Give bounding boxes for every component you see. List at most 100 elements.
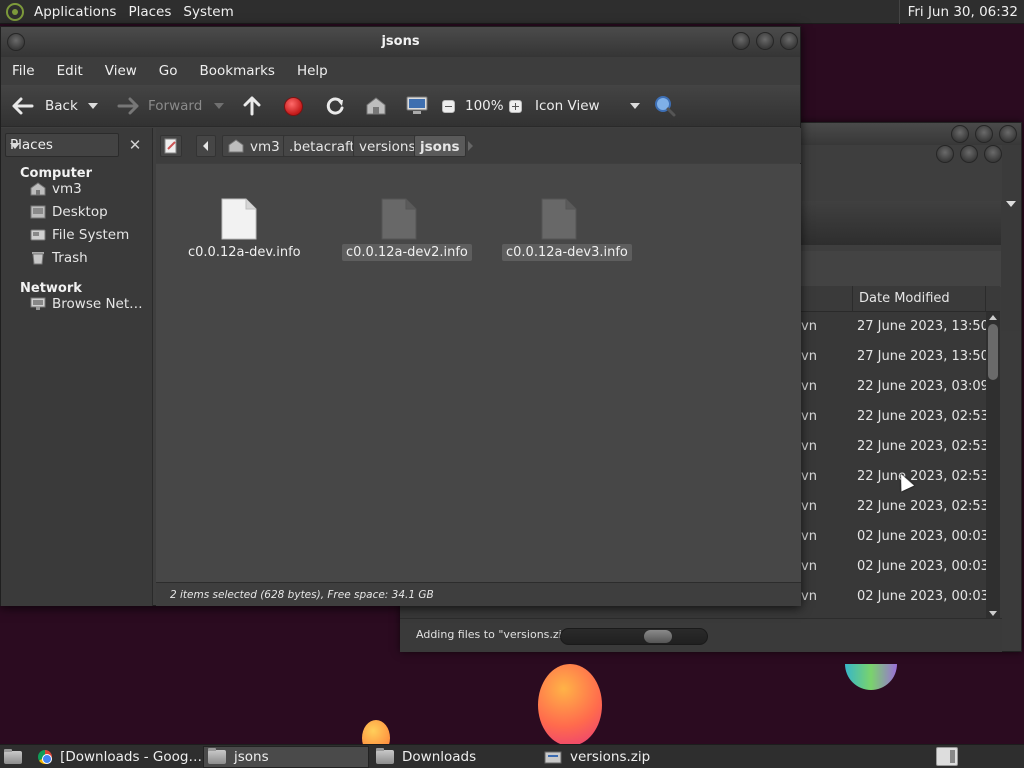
- archive-progress-panel: Adding files to "versions.zip": [400, 618, 1002, 652]
- breadcrumb-vm3[interactable]: vm3: [222, 135, 286, 157]
- progress-label: Adding files to "versions.zip": [416, 628, 574, 641]
- forward-history-dropdown[interactable]: [214, 85, 224, 127]
- pathbar-scroll-left[interactable]: [196, 135, 216, 157]
- task-versions-zip[interactable]: versions.zip: [540, 746, 706, 768]
- close-button[interactable]: [984, 145, 1002, 163]
- home-button[interactable]: [365, 85, 387, 127]
- date-modified-cell: 27 June 2023, 13:50: [857, 319, 988, 334]
- dropdown-caret-icon: [10, 143, 20, 149]
- forward-arrow-icon: [117, 97, 139, 115]
- desktop-icon: [30, 205, 46, 219]
- sidebar-item-label: vm3: [52, 181, 82, 197]
- forward-label: Forward: [148, 98, 203, 114]
- truncated-cell: vn: [801, 439, 817, 454]
- menu-bookmarks[interactable]: Bookmarks: [189, 63, 286, 79]
- back-history-dropdown[interactable]: [88, 85, 98, 127]
- breadcrumb-betacraft[interactable]: .betacraft: [283, 135, 361, 157]
- scroll-thumb[interactable]: [988, 324, 998, 380]
- zoom-in-icon: [509, 99, 522, 113]
- trash-icon: [32, 252, 44, 265]
- zoom-level[interactable]: 100%: [465, 85, 504, 127]
- scroll-down-icon[interactable]: [989, 611, 997, 616]
- date-modified-cell: 22 June 2023, 02:53: [857, 439, 988, 454]
- view-mode-label: Icon View: [535, 98, 600, 114]
- zoom-in-button[interactable]: [509, 85, 522, 127]
- system-menu[interactable]: System: [177, 0, 239, 24]
- maximize-button[interactable]: [975, 125, 993, 143]
- maximize-button[interactable]: [756, 32, 774, 50]
- workspace-switcher-icon[interactable]: [936, 747, 958, 766]
- places-menu[interactable]: Places: [122, 0, 177, 24]
- computer-button[interactable]: [405, 85, 429, 127]
- truncated-cell: vn: [801, 559, 817, 574]
- date-modified-cell: 27 June 2023, 13:50: [857, 349, 988, 364]
- close-button[interactable]: [780, 32, 798, 50]
- file-name: c0.0.12a-dev3.info: [502, 244, 632, 261]
- chevron-left-icon: [203, 141, 208, 151]
- sidebar-item-trash[interactable]: Trash: [30, 247, 88, 269]
- close-sidebar-icon[interactable]: ✕: [123, 133, 147, 157]
- forward-button[interactable]: Forward: [116, 85, 202, 127]
- close-button[interactable]: [999, 125, 1017, 143]
- pathbar-scroll-right[interactable]: [464, 138, 478, 158]
- stop-icon: [284, 96, 303, 116]
- file-manager-window: jsons File Edit View Go Bookmarks Help B…: [0, 26, 801, 606]
- zoom-out-icon: [442, 99, 455, 113]
- task-downloads[interactable]: Downloads: [372, 746, 538, 768]
- show-desktop-launcher[interactable]: [0, 746, 24, 768]
- list-scrollbar[interactable]: [986, 312, 1000, 618]
- menu-help[interactable]: Help: [286, 63, 339, 79]
- minimize-button[interactable]: [936, 145, 954, 163]
- distro-logo-icon[interactable]: [6, 2, 24, 21]
- task-chrome-downloads[interactable]: [Downloads - Goog…: [34, 746, 202, 768]
- minimize-button[interactable]: [951, 125, 969, 143]
- computer-icon: [406, 96, 428, 114]
- truncated-cell: vn: [801, 529, 817, 544]
- dropdown-caret-icon: [88, 103, 98, 109]
- applications-menu[interactable]: Applications: [28, 0, 122, 24]
- menu-file[interactable]: File: [1, 63, 46, 79]
- view-mode-select[interactable]: Icon View: [535, 85, 640, 127]
- dropdown-caret-icon[interactable]: [1006, 201, 1016, 207]
- maximize-button[interactable]: [960, 145, 978, 163]
- progress-indicator: [644, 630, 672, 643]
- truncated-cell: vn: [801, 469, 817, 484]
- task-jsons[interactable]: jsons: [203, 746, 369, 768]
- reload-button[interactable]: [324, 85, 346, 127]
- menu-go[interactable]: Go: [148, 63, 189, 79]
- breadcrumb-jsons[interactable]: jsons: [414, 135, 466, 157]
- clock[interactable]: Fri Jun 30, 06:32: [898, 0, 1024, 24]
- sidebar-item-browse-network[interactable]: Browse Net…: [30, 293, 143, 315]
- menu-edit[interactable]: Edit: [46, 63, 94, 79]
- sidebar-item-label: Trash: [52, 250, 88, 266]
- icon-view-area[interactable]: c0.0.12a-dev.info c0.0.12a-dev2.info c0.…: [156, 164, 801, 582]
- panel-menu: Applications Places System: [0, 0, 240, 24]
- up-button[interactable]: [242, 85, 262, 127]
- dropdown-caret-icon: [214, 103, 224, 109]
- sidebar-selector[interactable]: Places: [5, 133, 119, 157]
- menu-view[interactable]: View: [94, 63, 148, 79]
- zoom-out-button[interactable]: [442, 85, 455, 127]
- window-titlebar[interactable]: jsons: [1, 27, 800, 57]
- sidebar-item-file-system[interactable]: File System: [30, 224, 129, 246]
- minimize-button[interactable]: [732, 32, 750, 50]
- location-pathbar: vm3 .betacraft versions jsons: [156, 128, 801, 163]
- back-button[interactable]: Back: [11, 85, 78, 127]
- search-button[interactable]: [653, 85, 677, 127]
- truncated-cell: vn: [801, 349, 817, 364]
- reload-icon: [326, 97, 344, 115]
- dropdown-caret-icon: [629, 103, 640, 109]
- scroll-up-icon[interactable]: [989, 315, 997, 320]
- sidebar-item-vm3[interactable]: vm3: [30, 178, 82, 200]
- stop-button[interactable]: [284, 85, 303, 127]
- sidebar-item-desktop[interactable]: Desktop: [30, 201, 108, 223]
- breadcrumb-versions[interactable]: versions: [353, 135, 422, 157]
- folder-icon: [376, 748, 394, 764]
- toggle-location-entry-button[interactable]: [160, 135, 182, 157]
- drive-icon: [30, 229, 46, 241]
- truncated-cell: vn: [801, 499, 817, 514]
- sidebar-item-label: Browse Net…: [52, 296, 143, 312]
- date-modified-column[interactable]: Date Modified: [852, 286, 986, 312]
- truncated-cell: vn: [801, 589, 817, 604]
- window-title: jsons: [381, 34, 420, 49]
